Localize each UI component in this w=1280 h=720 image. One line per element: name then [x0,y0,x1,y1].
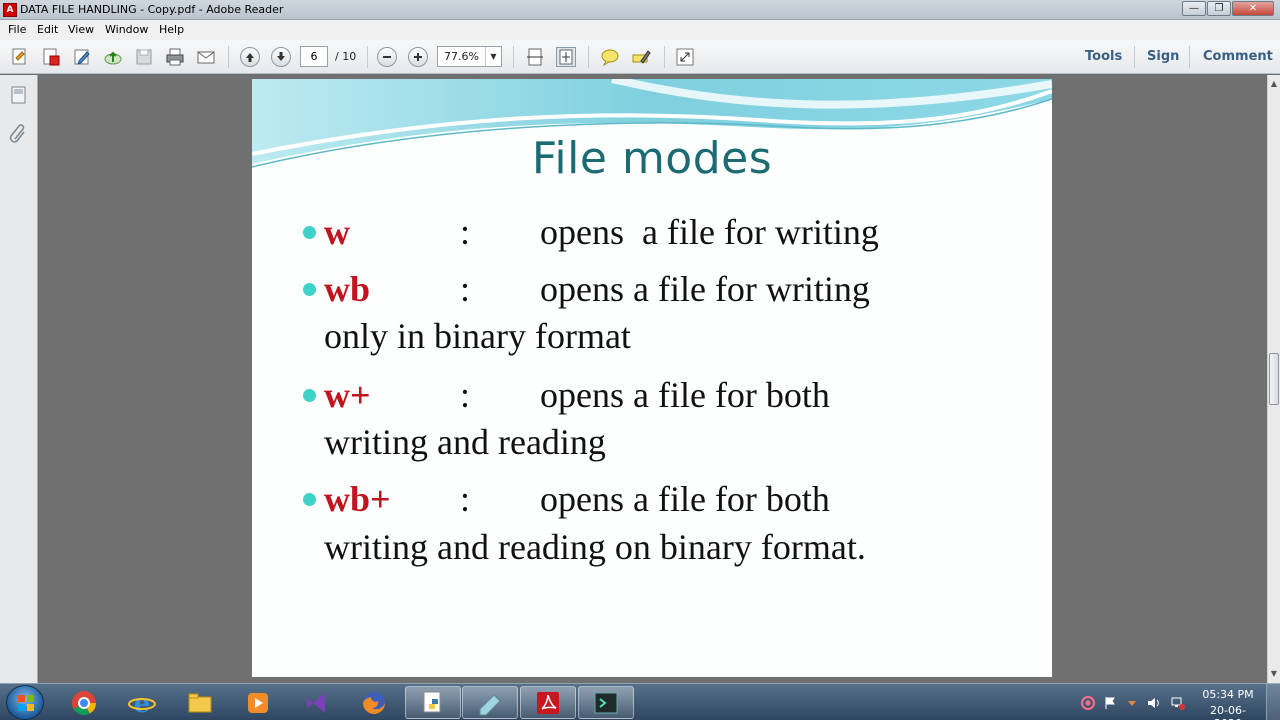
close-button[interactable]: ✕ [1232,1,1274,16]
scroll-up-icon[interactable]: ▲ [1268,77,1280,91]
bullet-icon [303,389,316,402]
mode-colon: : [460,479,471,519]
terminal-icon[interactable] [578,686,634,719]
toolbar-separator [367,46,368,68]
highlight-icon[interactable] [631,47,651,67]
expand-icon[interactable] [675,47,695,67]
mode-colon: : [460,269,471,309]
fit-page-icon[interactable] [556,47,576,67]
menu-window[interactable]: Window [105,23,148,36]
menu-view[interactable]: View [68,23,94,36]
bullet-icon [303,226,316,239]
edit-icon[interactable] [72,47,92,67]
attachment-icon[interactable] [9,123,29,143]
mode-colon: : [460,212,471,252]
toolbar-separator [1189,46,1190,68]
sticky-note-icon[interactable] [600,47,620,67]
previous-page-button[interactable] [240,47,260,67]
adobe-reader-icon: A [3,3,17,17]
page-number-input[interactable]: 6 [300,46,328,67]
page-total: / 10 [335,50,357,63]
chevron-down-icon[interactable]: ▼ [485,47,501,66]
slide-title: File modes [531,133,773,184]
mode-key-w-plus: w+ [324,375,371,415]
svg-text:e: e [134,689,151,717]
volume-icon[interactable] [1147,695,1161,709]
maximize-button[interactable]: ❐ [1207,1,1231,16]
bullet-icon [303,283,316,296]
mode-description: opens a file for both [540,375,830,415]
pdf-page: File modes w : opens a file for writing … [252,79,1052,677]
sign-link[interactable]: Sign [1147,49,1179,64]
toolbar-separator [664,46,665,68]
comment-link[interactable]: Comment [1203,49,1273,64]
visual-studio-icon[interactable] [288,686,344,719]
zoom-value: 77.6% [444,50,479,63]
mode-key-wb: wb [324,269,371,309]
zoom-select[interactable]: 77.6% ▼ [437,46,502,67]
print-icon[interactable] [165,47,185,67]
chevron-up-icon[interactable] [1125,695,1139,709]
minimize-button[interactable]: — [1182,1,1206,16]
fit-width-icon[interactable] [525,47,545,67]
menu-file[interactable]: File [8,23,26,36]
bullet-icon [303,493,316,506]
mode-description-continued: writing and reading [324,422,606,462]
tools-link[interactable]: Tools [1085,49,1122,64]
mode-key-wb-plus: wb+ [324,479,391,519]
flag-icon[interactable] [1103,695,1117,709]
adobe-reader-taskbar-icon[interactable] [520,686,576,719]
firefox-icon[interactable] [346,686,402,719]
clock-date[interactable]: 20-06-2020 [1198,704,1258,720]
mode-description-continued: only in binary format [324,316,631,356]
navigation-pane [0,75,38,683]
notepad-icon[interactable] [462,686,518,719]
mode-description: opens a file for writing [540,212,879,252]
menu-help[interactable]: Help [159,23,184,36]
taskbar: e [0,683,1280,720]
chrome-icon[interactable] [56,686,112,719]
scroll-down-icon[interactable]: ▼ [1268,667,1280,681]
mode-key-w: w [324,212,350,252]
title-bar: A DATA FILE HANDLING - Copy.pdf - Adobe … [0,0,1280,20]
python-idle-icon[interactable] [405,686,461,719]
internet-explorer-icon[interactable]: e [114,686,170,719]
vertical-scrollbar[interactable]: ▲ ▼ [1267,75,1280,683]
zoom-out-button[interactable] [377,47,397,67]
record-icon[interactable] [1081,695,1095,710]
show-desktop-button[interactable] [1266,683,1280,720]
upload-cloud-icon[interactable] [103,47,123,67]
open-pdf-icon[interactable] [41,47,61,67]
window-title: DATA FILE HANDLING - Copy.pdf - Adobe Re… [20,3,284,16]
clock-time[interactable]: 05:34 PM [1198,688,1258,701]
start-button[interactable] [6,685,44,720]
network-icon[interactable] [1171,695,1185,710]
email-icon[interactable] [196,47,216,67]
toolbar-separator [588,46,589,68]
save-icon[interactable] [134,47,154,67]
toolbar-separator [1134,46,1135,68]
create-pdf-icon[interactable] [10,47,30,67]
menu-edit[interactable]: Edit [37,23,58,36]
file-explorer-icon[interactable] [172,686,228,719]
mode-colon: : [460,375,471,415]
mode-description: opens a file for writing [540,269,870,309]
menu-bar: File Edit View Window Help [0,20,1280,40]
media-player-icon[interactable] [230,686,286,719]
next-page-button[interactable] [271,47,291,67]
zoom-in-button[interactable] [408,47,428,67]
toolbar-separator [228,46,229,68]
page-thumbnails-icon[interactable] [9,85,29,105]
mode-description: opens a file for both [540,479,830,519]
mode-description-continued: writing and reading on binary format. [324,527,866,567]
scrollbar-thumb[interactable] [1269,353,1279,405]
toolbar-separator [513,46,514,68]
